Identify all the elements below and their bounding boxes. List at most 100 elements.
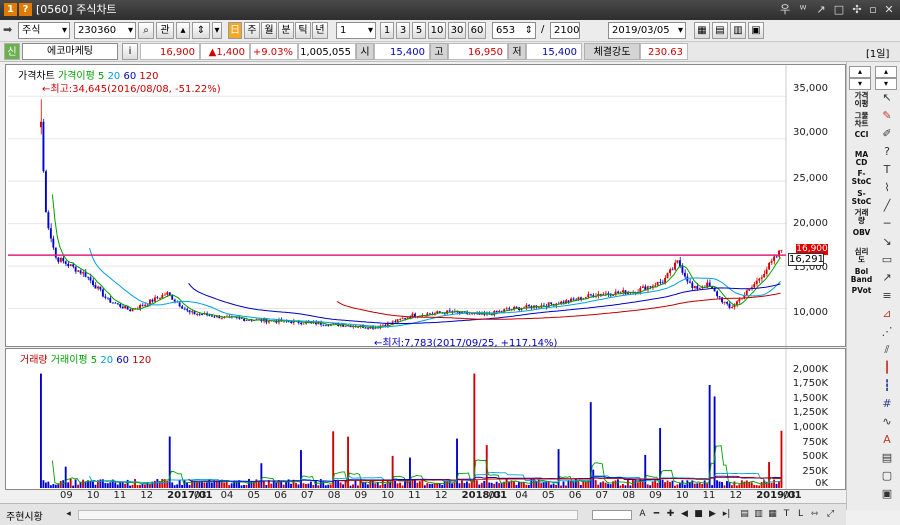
candle-body	[196, 313, 198, 315]
indicator-item[interactable]: 가격 이평	[849, 92, 874, 108]
vlegend-ma20: 20	[100, 355, 114, 366]
gann-tool-icon[interactable]: ⊿	[877, 306, 897, 321]
pointer-icon[interactable]: ↖	[877, 90, 897, 105]
volume-bar	[614, 480, 617, 488]
volume-bar	[431, 483, 434, 488]
candle-body	[644, 286, 647, 290]
indicator-item[interactable]: PVot	[849, 287, 874, 295]
text-tool-icon[interactable]: T	[877, 162, 897, 177]
indicator-item[interactable]: MA CD	[849, 150, 874, 167]
scroll-left-icon[interactable]: ◂	[62, 508, 75, 521]
help-icon[interactable]: ?	[877, 144, 897, 159]
vlegend-ma60: 60	[116, 355, 130, 366]
x-tick-label: 03	[193, 490, 207, 501]
scroll-track[interactable]	[78, 510, 578, 520]
strip-down-icon[interactable]: ▾	[849, 78, 871, 90]
volume-bar	[646, 484, 649, 488]
volume-bar	[230, 483, 233, 488]
strip-up-icon[interactable]: ▴	[849, 66, 871, 78]
trend-tool-icon[interactable]: ↘	[877, 234, 897, 249]
print2-icon[interactable]: ▦	[766, 508, 779, 521]
save-tool-icon[interactable]: ▣	[877, 486, 897, 501]
volume-bar	[649, 485, 652, 488]
volume-bar	[357, 485, 359, 488]
grid-tool-icon[interactable]: #	[877, 396, 897, 411]
volume-bar	[758, 485, 761, 488]
fit-icon[interactable]: ⇿	[808, 508, 821, 521]
candle-body	[698, 287, 701, 289]
brush-icon[interactable]: ⌇	[877, 180, 897, 195]
bar-tool-icon[interactable]: ┇	[877, 378, 897, 393]
x-tick-label: 10	[675, 490, 689, 501]
indicator-item[interactable]: OBV	[849, 228, 874, 237]
volume-bar	[718, 481, 721, 488]
candle-body	[220, 318, 223, 319]
draw-icon[interactable]: ✐	[877, 126, 897, 141]
arrow-tool-icon[interactable]: ↗	[877, 270, 897, 285]
volume-bar	[693, 483, 696, 488]
copy-icon[interactable]: ▥	[752, 508, 765, 521]
zoom-in-icon[interactable]: ✚	[664, 508, 677, 521]
volume-bar	[500, 483, 503, 488]
x-tick-label: 03	[783, 490, 796, 501]
volume-bar	[527, 484, 530, 488]
status-tabs[interactable]: 주현시황	[6, 508, 43, 523]
rect-tool-icon[interactable]: ▭	[877, 252, 897, 267]
end-icon[interactable]: ▸|	[720, 508, 733, 521]
stop-icon[interactable]: ■	[692, 508, 705, 521]
next-icon[interactable]: ▶	[706, 508, 719, 521]
list-tool-icon[interactable]: ▤	[877, 450, 897, 465]
volume-bar	[560, 485, 562, 488]
indicator-item[interactable]: 그물 차트	[849, 111, 874, 128]
strip-down2-icon[interactable]: ▾	[875, 78, 897, 90]
candle-body	[62, 257, 65, 262]
volume-bar	[116, 484, 119, 488]
volume-bar	[602, 481, 605, 488]
x-tick-label: 12	[729, 490, 743, 501]
line-tool-icon[interactable]: ╱	[877, 198, 897, 213]
x-tick-label: 10	[381, 490, 395, 501]
fan-tool-icon[interactable]: ⋰	[877, 324, 897, 339]
indicator-item[interactable]: Bol Band	[849, 267, 874, 284]
x-tick-label: 09	[649, 490, 662, 501]
candle-body	[498, 310, 501, 313]
auto-tool-icon[interactable]: A	[877, 432, 897, 447]
candle-body	[401, 318, 404, 320]
fib-tool-icon[interactable]: ≡	[877, 288, 897, 303]
candle-body	[89, 277, 92, 281]
volume-bar	[223, 482, 226, 488]
indicator-item[interactable]: S- StoC	[849, 189, 874, 206]
zoom-a-icon[interactable]: A	[636, 508, 649, 521]
prev-icon[interactable]: ◀	[678, 508, 691, 521]
line2-icon[interactable]: L	[794, 508, 807, 521]
candle-body	[470, 313, 473, 315]
volume-bar	[260, 463, 263, 488]
indicator-item[interactable]: 거래 량	[849, 209, 874, 225]
candle-body	[726, 302, 728, 304]
hline-tool-icon[interactable]: ─	[877, 216, 897, 231]
expand-icon[interactable]: ⤢	[824, 508, 837, 521]
indicator-item[interactable]: CCI	[849, 131, 874, 139]
zoom-out-icon[interactable]: ━	[650, 508, 663, 521]
indicator-item[interactable]: 심리 도	[849, 248, 874, 264]
volume-tick: 2,000K	[792, 364, 828, 375]
candle-tool-icon[interactable]: ┃	[877, 360, 897, 375]
candle-body	[47, 212, 50, 229]
candle-body	[200, 313, 203, 315]
page-icon[interactable]: ▤	[738, 508, 751, 521]
volume-bar	[480, 482, 483, 488]
eraser-icon[interactable]: ✎	[877, 108, 897, 123]
scroll-thumb[interactable]	[592, 510, 632, 520]
box-tool-icon[interactable]: ▢	[877, 468, 897, 483]
candle-body	[344, 326, 347, 327]
candle-body	[758, 278, 761, 281]
strip-up2-icon[interactable]: ▴	[875, 66, 897, 78]
x-tick-label: 06	[568, 490, 582, 501]
wave-tool-icon[interactable]: ∿	[877, 414, 897, 429]
text2-icon[interactable]: T	[780, 508, 793, 521]
candle-body	[57, 257, 60, 262]
indicator-item[interactable]: F- StoC	[849, 170, 874, 186]
candle-body	[139, 304, 141, 309]
candle-body	[161, 294, 164, 299]
channel-tool-icon[interactable]: ⫽	[877, 342, 897, 357]
